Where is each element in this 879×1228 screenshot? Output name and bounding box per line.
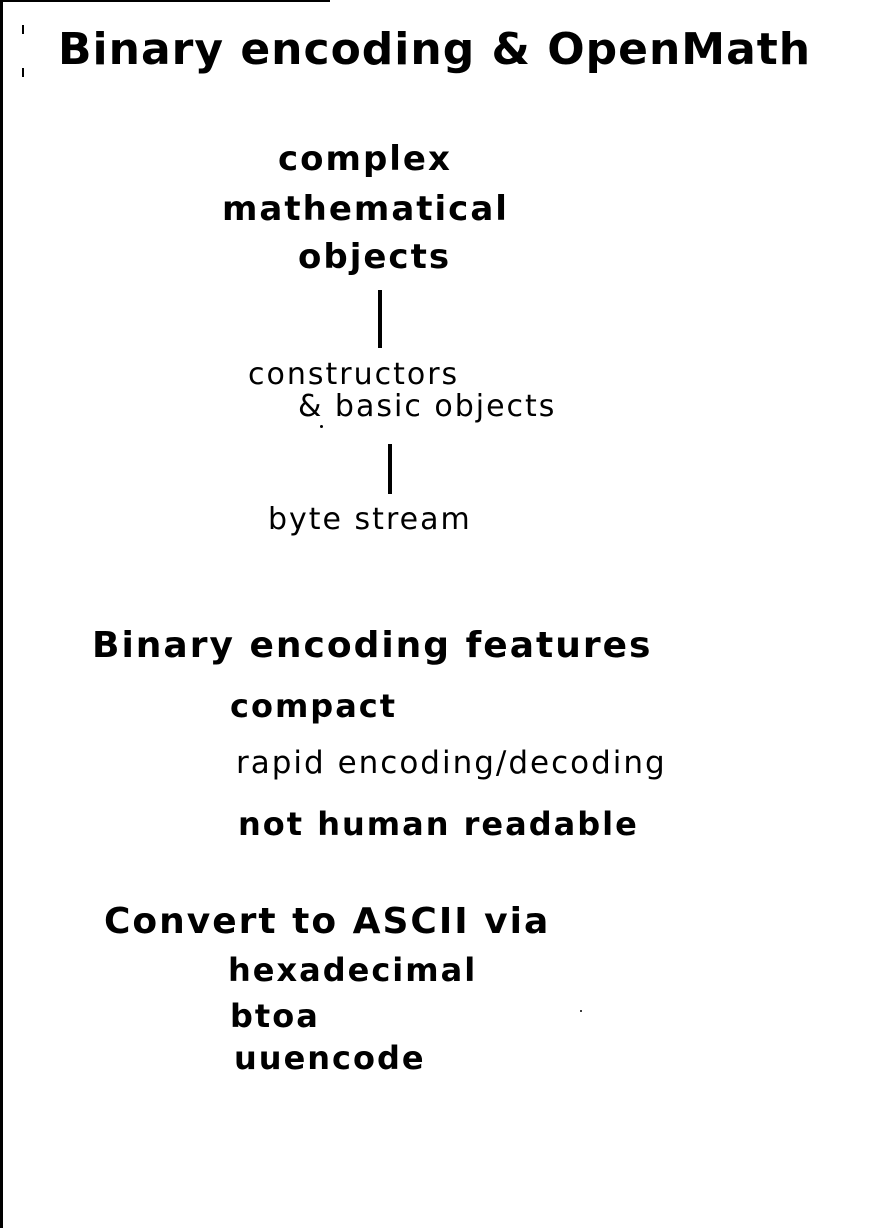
connector-line-lower xyxy=(388,444,392,494)
convert-item: btoa xyxy=(230,997,320,1035)
top-edge-mark xyxy=(0,0,330,2)
top-node-line-3: objects xyxy=(298,237,452,277)
feature-item: not human readable xyxy=(238,805,639,843)
feature-item: rapid encoding/decoding xyxy=(236,745,667,781)
page-title: Binary encoding & OpenMath xyxy=(58,24,812,75)
ink-speck xyxy=(320,425,323,428)
convert-heading: Convert to ASCII via xyxy=(104,901,551,942)
top-node-line-1: complex xyxy=(278,139,452,179)
features-heading: Binary encoding features xyxy=(92,625,653,666)
convert-item: hexadecimal xyxy=(228,951,478,989)
margin-tick-mark xyxy=(22,68,24,77)
top-node-line-2: mathematical xyxy=(222,189,509,229)
convert-item: uuencode xyxy=(234,1039,426,1077)
page-left-edge xyxy=(0,0,3,1228)
ink-speck xyxy=(580,1010,582,1012)
middle-node-line-1: constructors xyxy=(248,357,460,392)
bottom-node: byte stream xyxy=(268,502,472,537)
middle-node-line-2: & basic objects xyxy=(298,389,557,424)
margin-tick-mark xyxy=(22,25,24,34)
connector-line-upper xyxy=(378,290,382,348)
feature-item: compact xyxy=(230,687,398,725)
